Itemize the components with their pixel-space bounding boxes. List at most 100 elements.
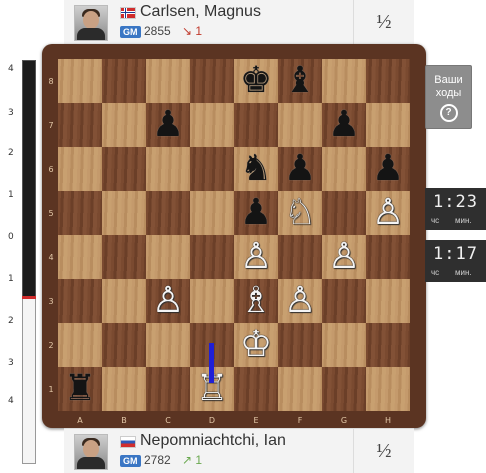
square-d8[interactable] <box>190 59 234 103</box>
russia-flag-icon <box>120 436 136 448</box>
rank-label: 2 <box>48 341 54 350</box>
rank-label: 1 <box>48 385 54 394</box>
rank-label: 5 <box>48 209 54 218</box>
square-b7[interactable] <box>102 103 146 147</box>
square-g1[interactable] <box>322 367 366 411</box>
player-rating: 2855 <box>144 24 171 38</box>
square-h3[interactable] <box>366 279 410 323</box>
square-h8[interactable] <box>366 59 410 103</box>
piece-c3[interactable]: ♙ <box>146 279 190 323</box>
square-d6[interactable] <box>190 147 234 191</box>
player-rating: 2782 <box>144 453 171 467</box>
square-a3[interactable] <box>58 279 102 323</box>
square-c8[interactable] <box>146 59 190 103</box>
bottom-player-bar: Nepomniachtchi, Ian GM 2782 ↗ 1 ½ <box>64 428 414 473</box>
eval-fill-white <box>22 297 36 464</box>
piece-e8[interactable]: ♚ <box>234 59 278 103</box>
square-b8[interactable] <box>102 59 146 103</box>
square-b1[interactable] <box>102 367 146 411</box>
square-h1[interactable] <box>366 367 410 411</box>
square-a7[interactable] <box>58 103 102 147</box>
square-a8[interactable] <box>58 59 102 103</box>
square-f4[interactable] <box>278 235 322 279</box>
rank-label: 8 <box>48 77 54 86</box>
piece-e4[interactable]: ♙ <box>234 235 278 279</box>
square-c1[interactable] <box>146 367 190 411</box>
square-b4[interactable] <box>102 235 146 279</box>
square-g8[interactable] <box>322 59 366 103</box>
eval-tick: 1 <box>8 274 14 284</box>
square-c4[interactable] <box>146 235 190 279</box>
square-d7[interactable] <box>190 103 234 147</box>
square-a4[interactable] <box>58 235 102 279</box>
square-c2[interactable] <box>146 323 190 367</box>
evaluation-bar: 4 3 2 1 0 1 2 3 4 <box>0 56 42 464</box>
square-h4[interactable] <box>366 235 410 279</box>
player-name[interactable]: Carlsen, Magnus <box>140 3 261 21</box>
piece-f5[interactable]: ♘ <box>278 191 322 235</box>
last-move-arrow <box>209 343 214 383</box>
square-h7[interactable] <box>366 103 410 147</box>
eval-zero-marker <box>22 296 36 299</box>
rating-change-value: 1 <box>195 453 203 467</box>
piece-f8[interactable]: ♝ <box>278 59 322 103</box>
square-g5[interactable] <box>322 191 366 235</box>
clock-minutes-label: мин. <box>455 268 472 277</box>
piece-f6[interactable]: ♟ <box>278 147 322 191</box>
piece-g7[interactable]: ♟ <box>322 103 366 147</box>
player-avatar <box>74 434 108 470</box>
square-a6[interactable] <box>58 147 102 191</box>
file-label: B <box>121 416 127 425</box>
square-d3[interactable] <box>190 279 234 323</box>
piece-e2[interactable]: ♔ <box>234 323 278 367</box>
square-g3[interactable] <box>322 279 366 323</box>
square-e7[interactable] <box>234 103 278 147</box>
your-moves-label-2: ходы <box>435 87 462 99</box>
piece-f3[interactable]: ♙ <box>278 279 322 323</box>
arrow-up-icon: ↗ <box>182 453 193 467</box>
eval-tick: 3 <box>8 358 14 368</box>
piece-e5[interactable]: ♟ <box>234 191 278 235</box>
player-name[interactable]: Nepomniachtchi, Ian <box>140 432 286 450</box>
file-label: D <box>208 416 216 425</box>
piece-a1[interactable]: ♜ <box>58 367 102 411</box>
square-d4[interactable] <box>190 235 234 279</box>
piece-h6[interactable]: ♟ <box>366 147 410 191</box>
square-e1[interactable] <box>234 367 278 411</box>
chess-board[interactable]: ♚ ♝ ♟ ♟ ♞ ♟ ♟ ♟ ♘ ♙ ♙ ♙ ♙ ♗ ♙ ♔ ♜ ♖ <box>58 59 410 411</box>
rating-change: ↘ 1 <box>182 24 202 38</box>
eval-tick: 2 <box>8 316 14 326</box>
square-h2[interactable] <box>366 323 410 367</box>
piece-e6[interactable]: ♞ <box>234 147 278 191</box>
help-icon[interactable]: ? <box>439 104 458 122</box>
clock-bottom: 1:17 чс мин. <box>425 240 486 282</box>
rating-change-value: 1 <box>195 24 203 38</box>
clock-time: 1:23 <box>433 192 478 212</box>
piece-e3[interactable]: ♗ <box>234 279 278 323</box>
square-d5[interactable] <box>190 191 234 235</box>
square-g2[interactable] <box>322 323 366 367</box>
file-label: A <box>77 416 83 425</box>
eval-tick: 1 <box>8 190 14 200</box>
square-g6[interactable] <box>322 147 366 191</box>
square-b3[interactable] <box>102 279 146 323</box>
square-a2[interactable] <box>58 323 102 367</box>
square-a5[interactable] <box>58 191 102 235</box>
player-score: ½ <box>353 429 414 473</box>
square-b6[interactable] <box>102 147 146 191</box>
rank-label: 6 <box>48 165 54 174</box>
file-label: C <box>165 416 171 425</box>
piece-h5[interactable]: ♙ <box>366 191 410 235</box>
square-f7[interactable] <box>278 103 322 147</box>
square-c5[interactable] <box>146 191 190 235</box>
eval-tick: 0 <box>8 232 14 242</box>
square-b2[interactable] <box>102 323 146 367</box>
square-f2[interactable] <box>278 323 322 367</box>
piece-g4[interactable]: ♙ <box>322 235 366 279</box>
square-b5[interactable] <box>102 191 146 235</box>
square-f1[interactable] <box>278 367 322 411</box>
title-badge: GM <box>120 455 141 467</box>
piece-c7[interactable]: ♟ <box>146 103 190 147</box>
square-c6[interactable] <box>146 147 190 191</box>
your-moves-button[interactable]: Ваши ходы ? <box>425 65 472 129</box>
